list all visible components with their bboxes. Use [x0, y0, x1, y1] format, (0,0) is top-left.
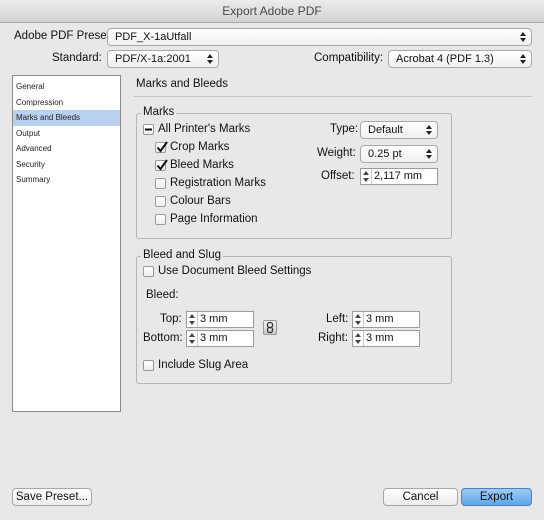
- left-label: Left:: [326, 313, 349, 325]
- updown-arrows-icon: [520, 32, 526, 42]
- bottom-bleed-field[interactable]: 3 mm: [186, 330, 254, 347]
- page-information-checkbox[interactable]: [155, 214, 166, 225]
- chain-link-icon: [266, 321, 274, 334]
- stepper-arrows-icon[interactable]: [361, 169, 372, 184]
- registration-marks-label: Registration Marks: [170, 177, 266, 189]
- updown-arrows-icon: [520, 54, 526, 64]
- use-document-bleed-label: Use Document Bleed Settings: [158, 265, 312, 277]
- bleed-marks-checkbox[interactable]: [155, 159, 168, 171]
- all-printers-marks-checkbox[interactable]: [143, 124, 154, 135]
- right-bleed-value: 3 mm: [366, 332, 394, 344]
- bleed-slug-legend: Bleed and Slug: [141, 249, 224, 261]
- chain-link-toggle[interactable]: [263, 320, 277, 335]
- sidebar-item-security[interactable]: Security: [13, 157, 120, 173]
- all-printers-marks-label: All Printer's Marks: [158, 123, 251, 135]
- bleed-marks-label: Bleed Marks: [170, 159, 234, 171]
- use-document-bleed-checkbox[interactable]: [143, 266, 154, 277]
- bottom-bleed-value: 3 mm: [200, 332, 228, 344]
- bleed-label: Bleed:: [146, 289, 179, 301]
- include-slug-label: Include Slug Area: [158, 359, 249, 371]
- right-bleed-field[interactable]: 3 mm: [352, 330, 420, 347]
- stepper-arrows-icon[interactable]: [353, 331, 364, 346]
- crop-marks-checkbox[interactable]: [155, 141, 168, 153]
- crop-marks-label: Crop Marks: [170, 141, 230, 153]
- weight-value: 0.25 pt: [368, 148, 402, 160]
- type-dropdown[interactable]: Default: [360, 121, 438, 139]
- type-label: Type:: [330, 123, 359, 135]
- sidebar: General Compression Marks and Bleeds Out…: [12, 75, 121, 412]
- sidebar-item-summary[interactable]: Summary: [13, 172, 120, 188]
- marks-legend: Marks: [141, 106, 177, 118]
- type-value: Default: [368, 124, 403, 136]
- checkmark-icon: [156, 141, 168, 153]
- stepper-arrows-icon[interactable]: [187, 331, 198, 346]
- sidebar-item-advanced[interactable]: Advanced: [13, 141, 120, 157]
- top-label: Top:: [160, 313, 182, 325]
- right-label: Right:: [318, 332, 349, 344]
- bottom-label: Bottom:: [143, 332, 183, 344]
- checkmark-icon: [156, 159, 168, 171]
- standard-label: Standard:: [52, 52, 102, 64]
- compatibility-dropdown[interactable]: Acrobat 4 (PDF 1.3): [388, 50, 532, 68]
- standard-value: PDF/X-1a:2001: [115, 53, 191, 65]
- compatibility-label: Compatibility:: [314, 52, 384, 64]
- left-bleed-field[interactable]: 3 mm: [352, 311, 420, 328]
- offset-value: 2,117 mm: [374, 170, 423, 182]
- colour-bars-label: Colour Bars: [170, 195, 231, 207]
- page-information-label: Page Information: [170, 213, 258, 225]
- registration-marks-checkbox[interactable]: [155, 178, 166, 189]
- cancel-button[interactable]: Cancel: [383, 488, 458, 506]
- sidebar-item-general[interactable]: General: [13, 79, 120, 95]
- offset-label: Offset:: [321, 170, 355, 182]
- offset-field[interactable]: 2,117 mm: [360, 168, 438, 185]
- compatibility-value: Acrobat 4 (PDF 1.3): [396, 53, 494, 65]
- colour-bars-checkbox[interactable]: [155, 196, 166, 207]
- updown-arrows-icon: [207, 54, 213, 64]
- top-bleed-value: 3 mm: [200, 313, 228, 325]
- sidebar-item-marks-and-bleeds[interactable]: Marks and Bleeds: [13, 110, 120, 126]
- updown-arrows-icon: [426, 149, 432, 159]
- sidebar-item-compression[interactable]: Compression: [13, 95, 120, 111]
- standard-dropdown[interactable]: PDF/X-1a:2001: [107, 50, 219, 68]
- include-slug-checkbox[interactable]: [143, 360, 154, 371]
- save-preset-button[interactable]: Save Preset...: [12, 488, 92, 506]
- section-divider: [134, 96, 532, 97]
- section-title: Marks and Bleeds: [136, 78, 229, 90]
- left-bleed-value: 3 mm: [366, 313, 394, 325]
- weight-dropdown[interactable]: 0.25 pt: [360, 145, 438, 163]
- stepper-arrows-icon[interactable]: [353, 312, 364, 327]
- preset-value: PDF_X-1aUtfall: [115, 31, 192, 43]
- top-bleed-field[interactable]: 3 mm: [186, 311, 254, 328]
- window-title: Export Adobe PDF: [0, 0, 544, 23]
- export-button[interactable]: Export: [461, 488, 532, 506]
- sidebar-item-output[interactable]: Output: [13, 126, 120, 142]
- preset-dropdown[interactable]: PDF_X-1aUtfall: [107, 28, 532, 46]
- weight-label: Weight:: [317, 147, 356, 159]
- updown-arrows-icon: [426, 125, 432, 135]
- stepper-arrows-icon[interactable]: [187, 312, 198, 327]
- preset-label: Adobe PDF Preset:: [14, 30, 114, 42]
- dash-mark-icon: [145, 128, 152, 131]
